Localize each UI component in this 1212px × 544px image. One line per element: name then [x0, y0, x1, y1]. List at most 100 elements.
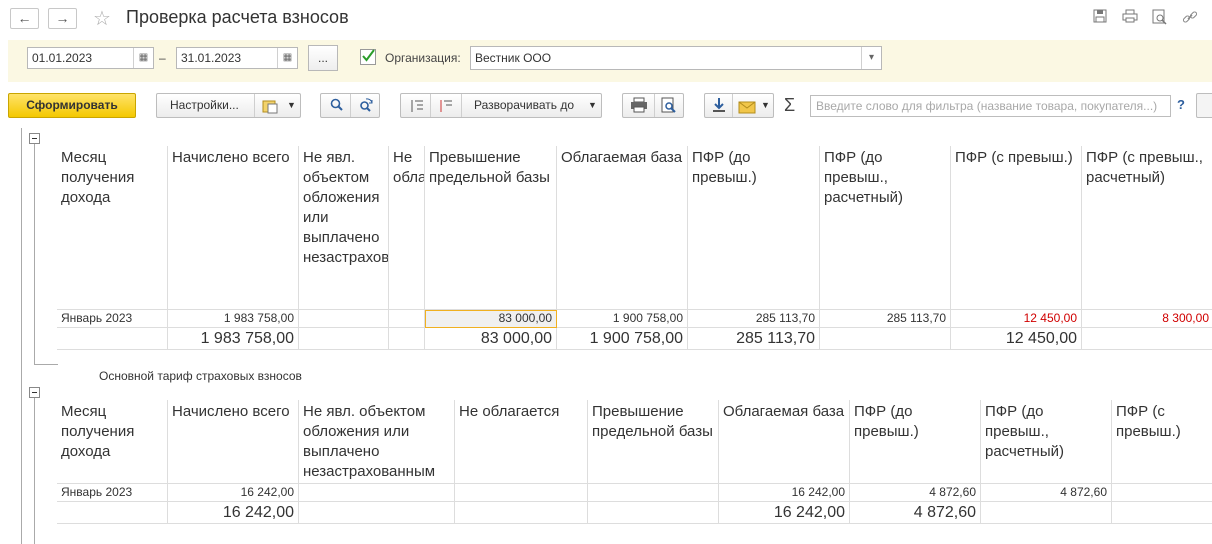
table-cell[interactable] — [588, 484, 719, 502]
help-icon[interactable]: ? — [1177, 97, 1185, 112]
more-button[interactable] — [1196, 93, 1212, 118]
organization-checkbox[interactable] — [360, 49, 376, 65]
table-cell[interactable]: 285 113,70 — [688, 310, 820, 328]
favorite-star-icon[interactable]: ☆ — [93, 6, 111, 31]
print-icon[interactable] — [630, 97, 648, 121]
settings-button[interactable]: Настройки... ▼ — [156, 93, 301, 118]
print-icon[interactable] — [1121, 9, 1139, 27]
column-header[interactable]: ПФР (с превыш.) — [951, 146, 1082, 310]
link-icon[interactable] — [1181, 9, 1199, 27]
dropdown-arrow-icon[interactable]: ▾ — [861, 47, 881, 69]
row-label-cell[interactable]: Январь 2023 — [57, 484, 168, 502]
print-preview-icon[interactable] — [661, 97, 677, 122]
back-button[interactable]: ← — [10, 8, 39, 29]
column-header[interactable]: Не облагается — [389, 146, 425, 310]
mail-icon[interactable] — [738, 99, 756, 122]
table-cell[interactable]: 1 983 758,00 — [168, 310, 299, 328]
save-icon[interactable] — [1091, 9, 1109, 27]
column-header[interactable]: Не облагается — [455, 400, 588, 484]
total-cell[interactable] — [299, 502, 455, 524]
column-header[interactable]: Начислено всего — [168, 400, 299, 484]
filter-input[interactable]: Введите слово для фильтра (название това… — [810, 95, 1171, 117]
column-header[interactable]: Месяц получения дохода — [57, 146, 168, 310]
section-title-main-tariff: Основной тариф страховых взносов — [99, 369, 302, 383]
preview-icon[interactable] — [1151, 9, 1169, 27]
date-dash: – — [159, 51, 166, 65]
table-cell[interactable] — [299, 484, 455, 502]
table-cell[interactable] — [1112, 484, 1212, 502]
forward-button[interactable]: → — [48, 8, 77, 29]
group-tree-line — [34, 140, 35, 365]
collapse-toggle[interactable] — [29, 387, 40, 398]
column-header[interactable]: ПФР (до превыш., расчетный) — [820, 146, 951, 310]
dropdown-arrow-icon: ▼ — [588, 100, 597, 110]
table-cell[interactable]: 4 872,60 — [850, 484, 981, 502]
table-cell[interactable] — [299, 310, 389, 328]
calendar-icon[interactable]: ▦ — [133, 48, 153, 68]
total-cell[interactable]: 83 000,00 — [425, 328, 557, 350]
total-cell[interactable] — [981, 502, 1112, 524]
column-header[interactable]: Облагаемая база — [719, 400, 850, 484]
total-cell[interactable] — [820, 328, 951, 350]
total-cell[interactable] — [299, 328, 389, 350]
total-cell[interactable] — [57, 328, 168, 350]
column-header[interactable]: ПФР (до превыш., расчетный) — [981, 400, 1112, 484]
print-group — [622, 93, 684, 118]
column-header[interactable]: ПФР (до превыш.) — [850, 400, 981, 484]
total-cell[interactable] — [1082, 328, 1212, 350]
row-label-cell[interactable]: Январь 2023 — [57, 310, 168, 328]
organization-select[interactable]: Вестник ООО ▾ — [470, 46, 882, 70]
column-header[interactable]: Облагаемая база — [557, 146, 688, 310]
total-cell[interactable]: 285 113,70 — [688, 328, 820, 350]
table-cell[interactable]: 1 900 758,00 — [557, 310, 688, 328]
total-cell[interactable]: 16 242,00 — [168, 502, 299, 524]
table-cell[interactable]: 8 300,00 — [1082, 310, 1212, 328]
generate-button[interactable]: Сформировать — [8, 93, 136, 118]
table-cell[interactable]: 83 000,00 — [425, 310, 557, 328]
column-header[interactable]: Не явл. объектом обложения или выплачено… — [299, 400, 455, 484]
table-cell[interactable]: 16 242,00 — [168, 484, 299, 502]
save-to-file-icon[interactable] — [711, 97, 727, 121]
total-cell[interactable] — [1112, 502, 1212, 524]
column-header[interactable]: Превышение предельной базы — [588, 400, 719, 484]
page-title: Проверка расчета взносов — [126, 7, 349, 27]
total-cell[interactable] — [57, 502, 168, 524]
total-cell[interactable] — [588, 502, 719, 524]
date-from-field[interactable]: 01.01.2023 ▦ — [27, 47, 154, 69]
table-cell[interactable] — [389, 310, 425, 328]
total-cell[interactable] — [389, 328, 425, 350]
search-icon[interactable] — [329, 97, 345, 121]
collapse-all-icon[interactable] — [438, 98, 454, 122]
column-header[interactable]: Начислено всего — [168, 146, 299, 310]
date-to-field[interactable]: 31.01.2023 ▦ — [176, 47, 298, 69]
report-spreadsheet[interactable]: Месяц получения дохода Январь 2023 Начисле… — [0, 128, 1212, 544]
search-next-icon[interactable] — [358, 97, 374, 121]
period-select-button[interactable]: ... — [308, 45, 338, 71]
total-cell[interactable] — [455, 502, 588, 524]
column-header[interactable]: ПФР (с превыш.) — [1112, 400, 1212, 484]
column-header[interactable]: ПФР (с превыш., расчетный) — [1082, 146, 1212, 310]
calendar-icon[interactable]: ▦ — [277, 48, 297, 68]
total-cell[interactable]: 4 872,60 — [850, 502, 981, 524]
collapse-toggle[interactable] — [29, 133, 40, 144]
column-header[interactable]: Не явл. объектом обложения или выплачено… — [299, 146, 389, 310]
table-cell[interactable] — [455, 484, 588, 502]
total-cell[interactable]: 1 983 758,00 — [168, 328, 299, 350]
total-cell[interactable]: 12 450,00 — [951, 328, 1082, 350]
arrow-left-icon: ← — [17, 10, 32, 26]
table-cell[interactable]: 285 113,70 — [820, 310, 951, 328]
table-cell[interactable]: 16 242,00 — [719, 484, 850, 502]
export-group: ▼ — [704, 93, 774, 118]
table-cell[interactable]: 4 872,60 — [981, 484, 1112, 502]
column-header[interactable]: Превышение предельной базы — [425, 146, 557, 310]
total-cell[interactable]: 1 900 758,00 — [557, 328, 688, 350]
table-cell[interactable]: 12 450,00 — [951, 310, 1082, 328]
sum-icon[interactable]: Σ — [784, 95, 795, 116]
group-tree-line — [21, 128, 22, 544]
total-cell[interactable]: 16 242,00 — [719, 502, 850, 524]
organization-label: Организация: — [385, 51, 461, 65]
expand-all-icon[interactable] — [409, 98, 425, 122]
column-header[interactable]: Месяц получения дохода — [57, 400, 168, 484]
expand-to-label[interactable]: Разворачивать до — [474, 94, 574, 117]
column-header[interactable]: ПФР (до превыш.) — [688, 146, 820, 310]
